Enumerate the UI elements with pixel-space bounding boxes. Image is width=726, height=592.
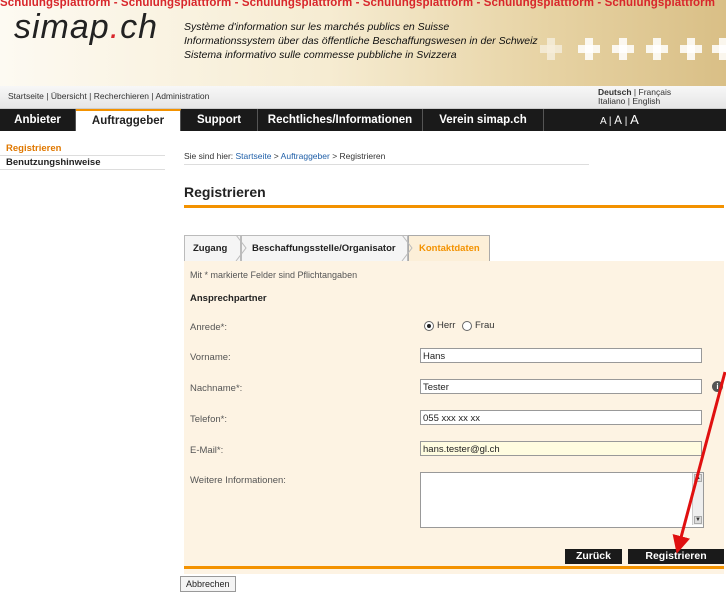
breadcrumb-separator: >: [273, 151, 279, 161]
site-description: Système d'information sur les marchés pu…: [184, 20, 538, 62]
main-nav: Anbieter Auftraggeber Support Rechtliche…: [0, 109, 726, 131]
weitere-informationen-label: Weitere Informationen:: [190, 475, 286, 486]
top-links-bar: Startseite | Übersicht | Recherchieren |…: [0, 86, 726, 109]
description-fr: Système d'information sur les marchés pu…: [184, 21, 450, 33]
swiss-cross-decoration: [646, 38, 668, 60]
toplink-separator: |: [46, 91, 49, 101]
nachname-label: Nachname*:: [190, 383, 243, 394]
breadcrumb-auftraggeber[interactable]: Auftraggeber: [281, 151, 330, 161]
anrede-frau-label: Frau: [475, 320, 495, 331]
swiss-cross-decoration: [712, 38, 726, 60]
font-size-separator: |: [624, 116, 628, 127]
toplink-administration[interactable]: Administration: [156, 91, 210, 101]
toplink-separator: |: [89, 91, 92, 101]
telefon-input[interactable]: 055 xxx xx xx: [420, 410, 702, 425]
anrede-label: Anrede*:: [190, 322, 227, 333]
cancel-button[interactable]: Abbrechen: [180, 576, 236, 592]
language-switcher: Deutsch | Français Italiano | English: [598, 88, 671, 106]
logo-ext: ch: [120, 8, 159, 46]
logo-dot: .: [109, 8, 121, 46]
wizard-step-chevron: [235, 235, 247, 261]
vorname-input[interactable]: Hans: [420, 348, 702, 363]
textarea-scrollbar[interactable]: ▲ ▼: [692, 473, 703, 525]
breadcrumb: Sie sind hier: Startseite > Auftraggeber…: [184, 151, 385, 161]
email-label: E-Mail*:: [190, 445, 224, 456]
required-fields-note: Mit * markierte Felder sind Pflichtangab…: [190, 270, 358, 280]
nav-tab-auftraggeber[interactable]: Auftraggeber: [76, 109, 181, 131]
simap-logo[interactable]: simap.ch: [14, 8, 158, 47]
section-heading: Ansprechpartner: [190, 293, 267, 304]
font-size-medium[interactable]: A: [614, 115, 622, 127]
wizard-tab-beschaffungsstelle[interactable]: Beschaffungsstelle/Organisator: [241, 235, 408, 261]
font-size-large[interactable]: A: [630, 112, 639, 127]
wizard-step-chevron: [401, 235, 413, 261]
nachname-input[interactable]: Tester: [420, 379, 702, 394]
toplink-startseite[interactable]: Startseite: [8, 91, 44, 101]
nav-tab-anbieter[interactable]: Anbieter: [0, 109, 76, 131]
anrede-herr-radio[interactable]: [424, 321, 434, 331]
scroll-down-icon[interactable]: ▼: [694, 516, 702, 524]
nav-tab-support[interactable]: Support: [181, 109, 258, 131]
breadcrumb-current: Registrieren: [339, 151, 386, 161]
wizard-tab-zugang[interactable]: Zugang: [184, 235, 241, 261]
font-size-small[interactable]: A: [600, 116, 606, 127]
toplink-separator: |: [151, 91, 154, 101]
email-input[interactable]: hans.tester@gl.ch: [420, 441, 702, 456]
nav-tab-rechtliches[interactable]: Rechtliches/Informationen: [258, 109, 423, 131]
sidebar: Registrieren Benutzungshinweise: [0, 142, 165, 170]
back-button[interactable]: Zurück: [565, 549, 622, 564]
sidebar-item-registrieren[interactable]: Registrieren: [0, 142, 165, 156]
telefon-label: Telefon*:: [190, 414, 227, 425]
breadcrumb-prefix: Sie sind hier:: [184, 151, 234, 161]
anrede-herr-label: Herr: [437, 320, 456, 331]
description-de: Informationssystem über das öffentliche …: [184, 35, 538, 47]
breadcrumb-divider: [184, 164, 589, 165]
top-links: Startseite | Übersicht | Recherchieren |…: [8, 91, 209, 101]
page-title: Registrieren: [184, 184, 266, 200]
register-button[interactable]: Registrieren: [628, 549, 724, 564]
toplink-uebersicht[interactable]: Übersicht: [51, 91, 87, 101]
title-underline: [184, 205, 724, 208]
swiss-cross-decoration: [540, 38, 562, 60]
swiss-cross-decoration: [680, 38, 702, 60]
breadcrumb-startseite[interactable]: Startseite: [236, 151, 272, 161]
font-size-separator: |: [608, 116, 612, 127]
nav-tab-verein[interactable]: Verein simap.ch: [423, 109, 544, 131]
lang-separator: |: [627, 96, 631, 106]
swiss-cross-decoration: [578, 38, 600, 60]
description-it: Sistema informativo sulle commesse pubbl…: [184, 49, 457, 61]
swiss-cross-decoration: [612, 38, 634, 60]
lang-english[interactable]: English: [632, 96, 660, 106]
font-size-switcher: A | A | A: [600, 109, 639, 133]
sidebar-item-benutzungshinweise[interactable]: Benutzungshinweise: [0, 156, 165, 170]
toplink-recherchieren[interactable]: Recherchieren: [94, 91, 149, 101]
site-header: Schulungsplattform - Schulungsplattform …: [0, 0, 726, 86]
lang-italiano[interactable]: Italiano: [598, 96, 625, 106]
info-icon[interactable]: i: [712, 381, 723, 392]
breadcrumb-separator: >: [332, 151, 338, 161]
weitere-informationen-textarea[interactable]: ▲ ▼: [420, 472, 704, 528]
anrede-frau-radio[interactable]: [462, 321, 472, 331]
scroll-up-icon[interactable]: ▲: [694, 474, 702, 482]
form-bottom-divider: [184, 566, 724, 569]
wizard-tab-kontaktdaten[interactable]: Kontaktdaten: [408, 235, 490, 261]
logo-main: simap: [14, 8, 110, 46]
vorname-label: Vorname:: [190, 352, 231, 363]
